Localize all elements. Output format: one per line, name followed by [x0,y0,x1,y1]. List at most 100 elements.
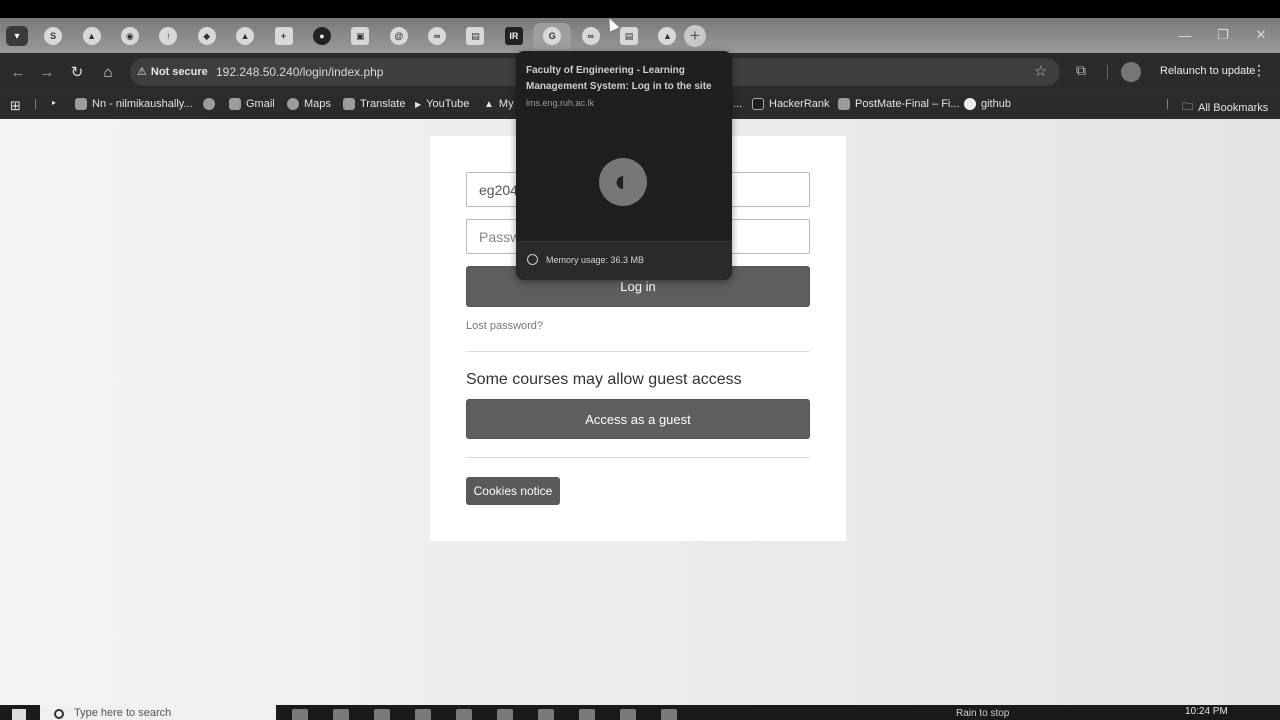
bookmark-item[interactable]: ▲ My [484,98,514,110]
bookmark-label: Translate [360,98,406,110]
clock[interactable]: 10:24 PM [1185,706,1228,717]
divider [1107,65,1108,79]
hackerrank-icon [752,98,764,110]
avatar[interactable] [1121,62,1141,82]
bookmark-item[interactable]: Translate [343,98,405,110]
drive-icon: ▲ [236,27,255,45]
lost-password-link[interactable]: Lost password? [466,320,543,332]
doc-icon: ▤ [620,27,639,45]
tab[interactable]: ▲ [72,23,110,49]
moodle-active-icon: G [543,27,562,45]
bookmark-item[interactable]: ... [733,98,742,110]
taskbar: Type here to search Rain to stop 10:24 P… [0,705,1280,720]
hover-card-footer: Memory usage: 36.3 MB [516,241,732,280]
apps-grid-icon[interactable]: ⊞ [10,98,21,114]
app-icon[interactable] [661,709,677,720]
more-menu-icon[interactable]: ⋮ [1252,62,1266,79]
infinity-icon: ∞ [581,27,600,45]
bookmark-favicon-icon [75,98,87,110]
app-icon[interactable] [456,709,472,720]
bookmark-label: YouTube [426,98,470,110]
globe-icon [203,98,215,110]
bookmark-star-icon[interactable]: ☆ [1034,62,1047,80]
drive-icon: ▲ [658,27,677,45]
bookmark-label: Maps [304,98,331,110]
globe-icon: ◐ [599,158,647,206]
youtube-icon: ▶ [415,99,422,109]
bookmark-label: Nn - nilmikaushally... [92,98,193,110]
all-bookmarks[interactable]: 🗀 All Bookmarks [1182,98,1268,117]
app-icon[interactable] [374,709,390,720]
windows-start-icon[interactable] [12,709,26,720]
home-icon[interactable]: ⌂ [97,61,119,83]
reload-icon[interactable]: ↻ [66,61,88,83]
tab[interactable]: @ [380,23,418,49]
bookmark-item[interactable]: github [964,98,1011,110]
relaunch-button[interactable]: Relaunch to update [1160,65,1255,77]
plus-box-icon: + [274,27,293,45]
tab[interactable]: ▣ [341,23,379,49]
play-icon[interactable]: ▸ [52,98,56,107]
hover-card-title: Faculty of Engineering - Learning Manage… [526,65,712,92]
close-icon[interactable]: ✕ [1242,19,1280,51]
back-arrow-icon[interactable]: ← [7,61,29,83]
security-label: Not secure [150,65,208,78]
bookmark-item[interactable]: HackerRank [752,98,830,110]
tab[interactable]: ◉ [111,23,149,49]
restore-icon[interactable]: ❐ [1204,19,1242,51]
url-text[interactable]: 192.248.50.240/login/index.php [216,65,383,79]
all-bookmarks-label: All Bookmarks [1198,101,1269,114]
extensions-icon[interactable]: ⧉ [1076,62,1086,79]
drive-icon: ▲ [484,98,494,110]
moodle-icon: ◆ [197,27,216,45]
app-icon[interactable] [333,709,349,720]
forward-arrow-icon[interactable]: → [36,61,58,83]
bookmark-item[interactable] [203,98,220,110]
memory-usage: Memory usage: 36.3 MB [546,255,645,265]
bookmark-item[interactable]: ▶ YouTube [415,98,469,110]
task-view-icon[interactable] [292,709,308,720]
tab[interactable]: ∞ [571,23,609,49]
file-explorer-icon[interactable] [415,709,431,720]
ir-icon: IR [504,27,523,45]
taskbar-search[interactable]: Type here to search [40,705,276,720]
divider: | [34,98,37,110]
tab-active[interactable]: G [533,23,572,49]
bookmark-item[interactable]: PostMate-Final – Fi... [838,98,960,110]
cookies-notice-button[interactable]: Cookies notice [466,477,560,505]
gauge-icon [527,254,538,265]
new-tab-button[interactable]: + [684,25,706,47]
weather-tray[interactable]: Rain to stop [956,708,1009,719]
divider [466,351,810,352]
bookmark-item[interactable]: Gmail [229,98,275,110]
tab-strip: ▾ S ▲ ◉ ↑ ◆ ▲ + ● ▣ @ ∞ ▤ IR G ∞ ▤ ▲ + —… [0,0,1280,53]
tab[interactable]: ◆ [188,23,226,49]
github-icon [964,98,976,110]
tab-hover-card: Faculty of Engineering - Learning Manage… [516,51,732,280]
bookmark-item[interactable]: Maps [287,98,331,110]
guest-access-button[interactable]: Access as a guest [466,399,810,439]
bookmark-item[interactable]: Nn - nilmikaushally... [75,98,193,110]
drive-icon: ▲ [82,27,101,45]
vscode-icon[interactable] [620,709,636,720]
postman-icon [838,98,850,110]
tab[interactable]: ∞ [418,23,456,49]
tab[interactable]: ▲ [648,23,686,49]
tab[interactable]: ↑ [149,23,187,49]
tab[interactable]: ▤ [456,23,494,49]
tab[interactable]: S [34,23,72,49]
security-chip[interactable]: ⚠ Not secure [137,65,208,79]
minimize-icon[interactable]: — [1166,19,1204,51]
app-icon[interactable] [497,709,513,720]
guest-heading: Some courses may allow guest access [466,371,742,388]
tab[interactable]: IR [495,23,533,49]
tab[interactable]: + [264,23,302,49]
tab[interactable]: ▲ [226,23,264,49]
calculator-icon[interactable] [538,709,554,720]
chrome-icon[interactable] [579,709,595,720]
swirl-icon: @ [389,27,408,45]
up-arrow-icon: ↑ [159,27,178,45]
window-icon: ▣ [351,27,370,45]
tab-search-chevron-icon[interactable]: ▾ [6,26,28,46]
tab[interactable]: ● [303,23,341,49]
